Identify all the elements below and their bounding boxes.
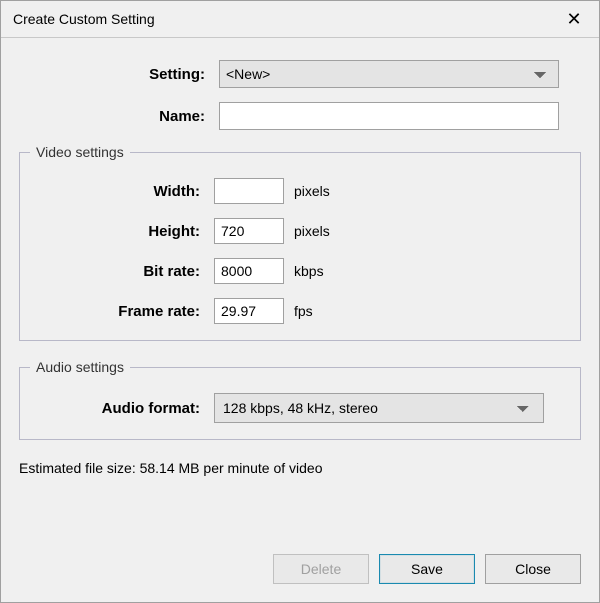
bit-rate-unit: kbps — [294, 263, 324, 279]
save-button[interactable]: Save — [379, 554, 475, 584]
video-settings-fieldset: Video settings Width: pixels Height: pix… — [19, 144, 581, 341]
height-label: Height: — [30, 223, 214, 240]
height-unit: pixels — [294, 223, 330, 239]
estimated-file-size: Estimated file size: 58.14 MB per minute… — [19, 458, 581, 486]
width-input[interactable] — [214, 178, 284, 204]
create-custom-setting-dialog: Create Custom Setting ✕ Setting: <New> N… — [0, 0, 600, 603]
audio-format-label: Audio format: — [30, 400, 214, 417]
setting-select[interactable]: <New> — [219, 60, 559, 88]
audio-settings-fieldset: Audio settings Audio format: 128 kbps, 4… — [19, 359, 581, 440]
width-unit: pixels — [294, 183, 330, 199]
dialog-content: Setting: <New> Name: Video settings Widt… — [1, 38, 599, 554]
button-bar: Delete Save Close — [1, 554, 599, 602]
bit-rate-label: Bit rate: — [30, 263, 214, 280]
width-label: Width: — [30, 183, 214, 200]
frame-rate-input[interactable] — [214, 298, 284, 324]
height-input[interactable] — [214, 218, 284, 244]
frame-rate-label: Frame rate: — [30, 303, 214, 320]
name-input[interactable] — [219, 102, 559, 130]
dialog-title: Create Custom Setting — [13, 11, 155, 27]
close-icon[interactable]: ✕ — [559, 4, 589, 34]
setting-label: Setting: — [19, 66, 219, 83]
name-label: Name: — [19, 108, 219, 125]
audio-format-select[interactable]: 128 kbps, 48 kHz, stereo — [214, 393, 544, 423]
close-button[interactable]: Close — [485, 554, 581, 584]
audio-settings-legend: Audio settings — [30, 359, 130, 375]
video-settings-legend: Video settings — [30, 144, 130, 160]
bit-rate-input[interactable] — [214, 258, 284, 284]
titlebar: Create Custom Setting ✕ — [1, 1, 599, 37]
frame-rate-unit: fps — [294, 303, 313, 319]
delete-button: Delete — [273, 554, 369, 584]
